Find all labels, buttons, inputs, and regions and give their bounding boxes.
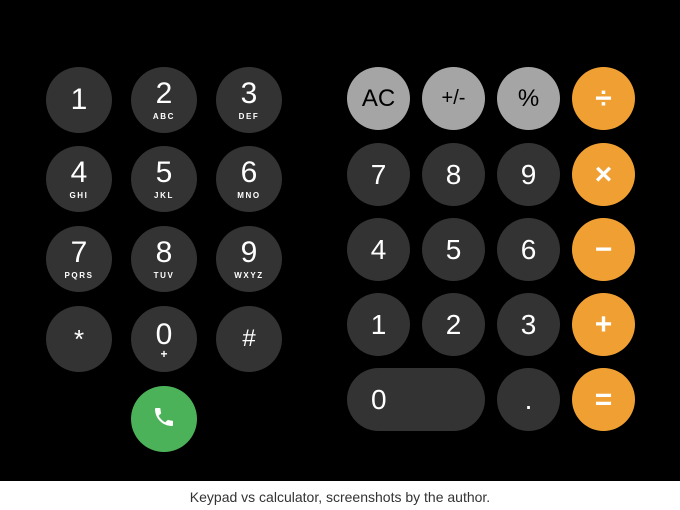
keypad-key-2[interactable]: 2 ABC xyxy=(131,67,197,133)
calc-label: 1 xyxy=(370,308,387,340)
keypad-digit: * xyxy=(73,324,85,354)
calc-label: − xyxy=(594,232,613,266)
calc-label: 5 xyxy=(445,233,462,265)
keypad-key-3[interactable]: 3 DEF xyxy=(216,67,282,133)
calc-label: 2 xyxy=(445,308,462,340)
keypad-key-0[interactable]: 0 + xyxy=(131,306,197,372)
keypad-key-1[interactable]: 1 xyxy=(46,67,112,133)
calc-multiply-button[interactable]: × xyxy=(572,143,635,206)
keypad-key-6[interactable]: 6 MNO xyxy=(216,146,282,212)
calc-clear-button[interactable]: AC xyxy=(347,67,410,130)
calc-label: 7 xyxy=(370,158,387,190)
keypad-digit: 4 xyxy=(70,156,88,189)
keypad-key-star[interactable]: * xyxy=(46,306,112,372)
calc-key-4[interactable]: 4 xyxy=(347,218,410,281)
calc-key-6[interactable]: 6 xyxy=(497,218,560,281)
keypad-digit: 7 xyxy=(70,236,88,269)
keypad-key-5[interactable]: 5 JKL xyxy=(131,146,197,212)
keypad-digit: 5 xyxy=(155,156,173,189)
keypad-key-9[interactable]: 9 WXYZ xyxy=(216,226,282,292)
calc-key-0[interactable]: 0 xyxy=(347,368,485,431)
keypad-key-4[interactable]: 4 GHI xyxy=(46,146,112,212)
keypad-digit: 6 xyxy=(240,156,258,189)
keypad-digit: 8 xyxy=(155,236,173,269)
keypad-letters: MNO xyxy=(237,191,261,200)
screenshots-panel: 1 2 ABC 3 DEF 4 GHI 5 JKL 6 MNO 7 PQRS 8… xyxy=(0,0,680,481)
keypad-letters: GHI xyxy=(69,191,89,200)
calc-key-1[interactable]: 1 xyxy=(347,293,410,356)
calc-key-7[interactable]: 7 xyxy=(347,143,410,206)
calc-key-2[interactable]: 2 xyxy=(422,293,485,356)
calc-label: . xyxy=(524,383,533,415)
image-caption: Keypad vs calculator, screenshots by the… xyxy=(189,489,491,505)
keypad-letters: DEF xyxy=(238,112,260,121)
call-button[interactable] xyxy=(131,386,197,452)
calc-label: 0 xyxy=(371,383,387,415)
keypad-letters: ABC xyxy=(152,112,176,121)
keypad-letters: WXYZ xyxy=(234,271,264,280)
calc-key-8[interactable]: 8 xyxy=(422,143,485,206)
calc-divide-button[interactable]: ÷ xyxy=(572,67,635,130)
calc-key-5[interactable]: 5 xyxy=(422,218,485,281)
keypad-digit: # xyxy=(242,325,256,352)
keypad-digit: 1 xyxy=(70,83,88,116)
calc-label: 6 xyxy=(520,233,537,265)
keypad-letters: PQRS xyxy=(64,271,94,280)
phone-icon xyxy=(152,405,176,434)
keypad-letters: TUV xyxy=(153,271,175,280)
keypad-key-hash[interactable]: # xyxy=(216,306,282,372)
calc-label: + xyxy=(594,307,613,341)
calc-label: AC xyxy=(361,84,396,112)
calc-percent-button[interactable]: % xyxy=(497,67,560,130)
calc-label: 9 xyxy=(520,158,537,190)
keypad-digit: 2 xyxy=(155,77,173,110)
keypad-key-8[interactable]: 8 TUV xyxy=(131,226,197,292)
calc-subtract-button[interactable]: − xyxy=(572,218,635,281)
keypad-letters: + xyxy=(160,346,168,361)
calc-label: % xyxy=(517,84,540,112)
calc-label: = xyxy=(594,382,613,416)
keypad-key-7[interactable]: 7 PQRS xyxy=(46,226,112,292)
calc-label: 3 xyxy=(520,308,537,340)
calc-key-3[interactable]: 3 xyxy=(497,293,560,356)
calc-sign-toggle-button[interactable]: +/- xyxy=(422,67,485,130)
calc-add-button[interactable]: + xyxy=(572,293,635,356)
keypad-digit: 0 xyxy=(155,317,173,351)
calc-label: 4 xyxy=(370,233,387,265)
calc-label: +/- xyxy=(441,87,466,109)
calc-equals-button[interactable]: = xyxy=(572,368,635,431)
keypad-digit: 3 xyxy=(240,77,258,110)
keypad-digit: 9 xyxy=(240,236,258,269)
calc-key-9[interactable]: 9 xyxy=(497,143,560,206)
calc-decimal-button[interactable]: . xyxy=(497,368,560,431)
calc-label: 8 xyxy=(445,158,462,190)
calc-label: ÷ xyxy=(595,81,612,115)
keypad-letters: JKL xyxy=(154,191,174,200)
calc-label: × xyxy=(594,157,613,191)
